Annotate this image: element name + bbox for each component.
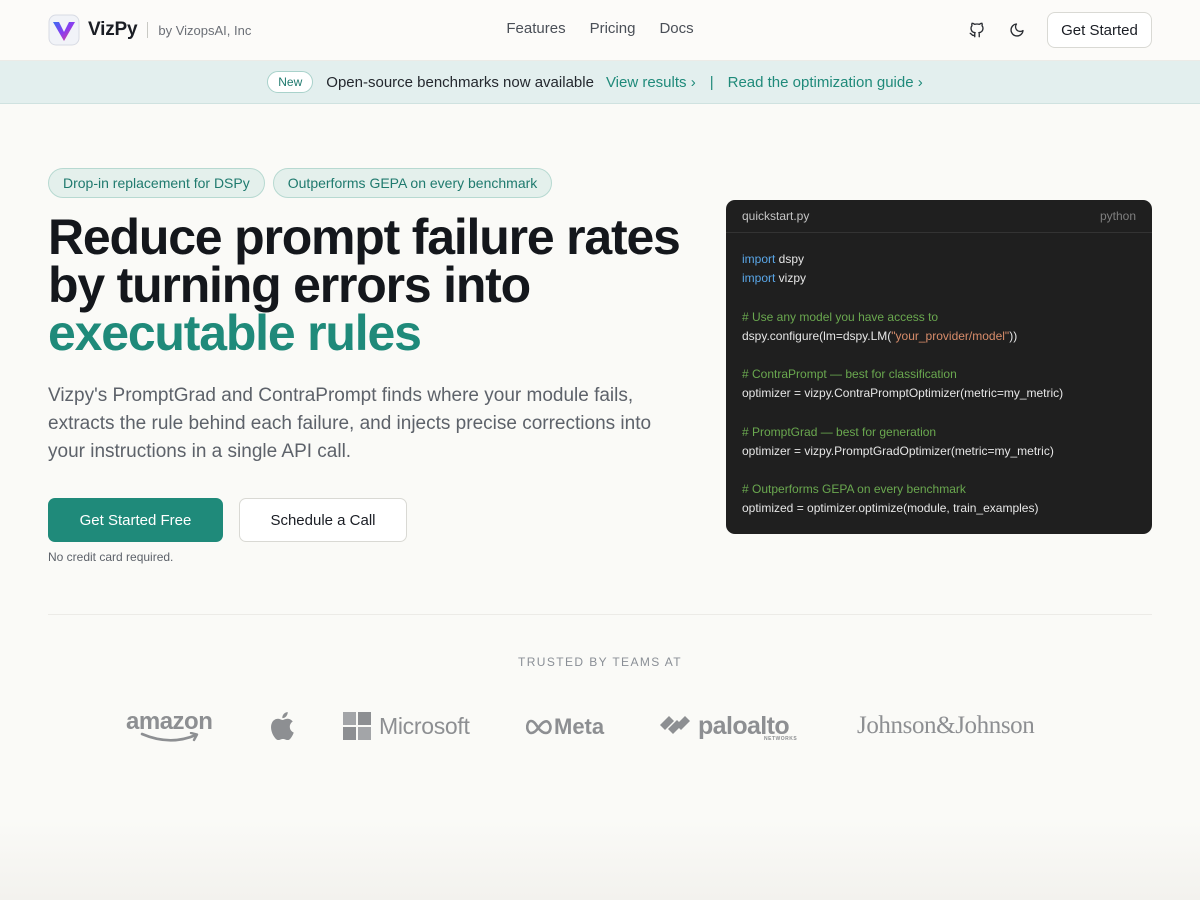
- meta-logo: Meta: [526, 714, 604, 740]
- trusted-label: TRUSTED BY TEAMS AT: [518, 655, 682, 669]
- brand-byline: by VizopsAI, Inc: [158, 22, 252, 38]
- badge-dspy-replacement: Drop-in replacement for DSPy: [48, 168, 265, 198]
- vizpy-logo-icon: [48, 14, 80, 46]
- new-badge: New: [267, 71, 314, 93]
- brand[interactable]: VizPy by VizopsAI, Inc: [48, 14, 251, 46]
- optimization-guide-link[interactable]: Read the optimization guide ›: [728, 74, 923, 91]
- hero-subtitle: Vizpy's PromptGrad and ContraPrompt find…: [48, 385, 652, 462]
- code-line: dspy.configure(lm=dspy.LM("your_provider…: [742, 328, 1018, 343]
- announcement-bar: New Open-source benchmarks now available…: [0, 61, 1200, 104]
- code-line: optimized = optimizer.optimize(module, t…: [742, 501, 1039, 516]
- hero-title-accent: executable rules: [48, 305, 422, 361]
- nav-pricing[interactable]: Pricing: [590, 20, 636, 37]
- johnson-and-johnson-logo: Johnson&Johnson: [857, 712, 1035, 739]
- github-icon[interactable]: [966, 19, 988, 41]
- section-divider: [48, 614, 1152, 615]
- code-line: optimizer = vizpy.ContraPromptOptimizer(…: [742, 386, 1064, 401]
- hero-title: Reduce prompt failure rates by turning e…: [48, 209, 708, 361]
- code-body[interactable]: import dspy import vizpy # Use any model …: [726, 233, 1152, 519]
- code-header: quickstart.py python: [726, 200, 1152, 233]
- nav-features[interactable]: Features: [506, 20, 565, 37]
- code-filename: quickstart.py: [742, 209, 810, 223]
- microsoft-logo: Microsoft: [343, 712, 470, 740]
- get-started-button[interactable]: Get Started: [1047, 12, 1152, 48]
- code-line: # Outperforms GEPA on every benchmark: [742, 482, 966, 497]
- schedule-call-button[interactable]: Schedule a Call: [239, 498, 407, 542]
- code-line: import vizpy: [742, 271, 807, 286]
- code-line: optimizer = vizpy.PromptGradOptimizer(me…: [742, 443, 1054, 458]
- view-results-link[interactable]: View results ›: [606, 74, 696, 91]
- brand-separator: [147, 22, 149, 38]
- code-language: python: [1099, 209, 1136, 223]
- code-line: # Use any model you have access to: [742, 309, 939, 324]
- code-line: # ContraPrompt — best for classification: [742, 367, 957, 382]
- brand-name: VizPy: [88, 19, 138, 40]
- paloalto-chevrons-icon: [660, 716, 690, 734]
- hero-title-line2: by turning errors into: [48, 257, 531, 313]
- no-credit-card-note: No credit card required.: [48, 550, 174, 564]
- code-snippet-panel: quickstart.py python import dspy import v…: [726, 200, 1152, 534]
- moon-icon[interactable]: [1006, 19, 1028, 41]
- badge-outperforms-gepa: Outperforms GEPA on every benchmark: [272, 168, 553, 198]
- site-header: VizPy by VizopsAI, Inc Features Pricing …: [0, 0, 1200, 61]
- meta-infinity-icon: [526, 719, 552, 735]
- nav-docs[interactable]: Docs: [659, 20, 693, 37]
- code-line: # PromptGrad — best for generation: [742, 424, 937, 439]
- code-line: import dspy: [742, 252, 805, 266]
- announcement-separator: |: [709, 73, 714, 91]
- apple-logo: [271, 712, 294, 741]
- amazon-logo: amazon: [126, 708, 222, 742]
- hero-title-line1: Reduce prompt failure rates: [48, 209, 681, 265]
- get-started-free-button[interactable]: Get Started Free: [48, 498, 223, 542]
- bottom-fade: [0, 820, 1200, 900]
- announcement-text: Open-source benchmarks now available: [326, 73, 594, 91]
- hero-badges: Drop-in replacement for DSPy Outperforms…: [48, 168, 553, 198]
- microsoft-squares-icon: [343, 712, 371, 740]
